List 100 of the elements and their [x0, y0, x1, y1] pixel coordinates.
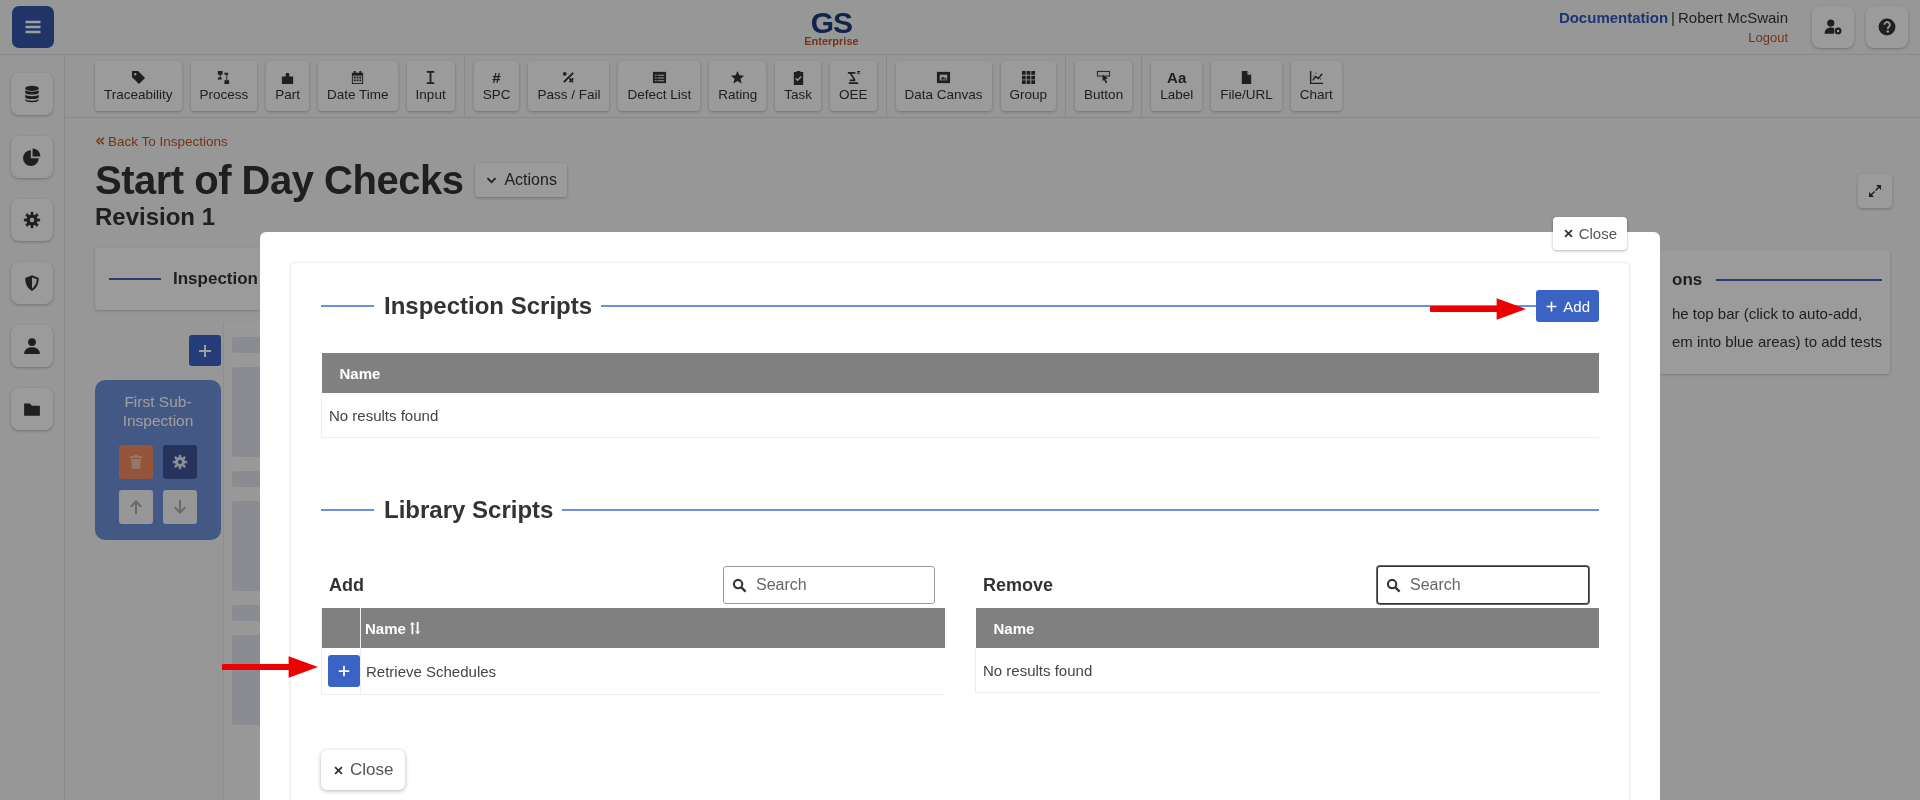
- tool-button[interactable]: Button: [1075, 61, 1133, 111]
- tool-button[interactable]: Task: [775, 61, 821, 111]
- tool-button[interactable]: Traceability: [95, 61, 182, 111]
- arrow-down-icon: [172, 499, 188, 515]
- sidebar-button[interactable]: [11, 199, 53, 241]
- tool-glyph: #: [492, 70, 501, 85]
- page-title: Start of Day Checks: [95, 157, 464, 203]
- tool-label: Data Canvas: [904, 87, 983, 102]
- close-icon: [1562, 228, 1574, 239]
- tool-label: Date Time: [327, 87, 389, 102]
- tool-label: Button: [1084, 87, 1124, 102]
- tool-button[interactable]: Input: [406, 61, 455, 111]
- logout-link[interactable]: Logout: [1748, 30, 1788, 45]
- tool-label: File/URL: [1220, 87, 1273, 102]
- panel-heading: ons: [1672, 270, 1703, 290]
- double-chevron-icon: [95, 136, 105, 146]
- tool-label: OEE: [839, 87, 868, 102]
- tool-label: Chart: [1299, 87, 1333, 102]
- trash-icon: [128, 454, 144, 470]
- plus-icon: [337, 664, 351, 678]
- help-button[interactable]: [1866, 6, 1908, 48]
- add-button[interactable]: [189, 335, 221, 366]
- search-icon: [1386, 578, 1401, 593]
- tool-button[interactable]: OEE: [830, 61, 877, 111]
- list-icon: [651, 70, 667, 85]
- logo-subtitle: Enterprise: [804, 35, 859, 47]
- tool-button[interactable]: Group: [1000, 61, 1057, 111]
- column-header: Name: [360, 608, 945, 648]
- back-link[interactable]: Back To Inspections: [95, 134, 228, 149]
- menu-button[interactable]: [12, 6, 54, 48]
- revision-label: Revision 1: [95, 203, 217, 231]
- search-icon: [732, 578, 747, 593]
- sidebar-button[interactable]: [11, 136, 53, 178]
- user-icon: [23, 337, 41, 355]
- close-icon: [333, 764, 344, 776]
- close-button[interactable]: Close: [321, 750, 406, 790]
- separator: |: [1671, 9, 1675, 26]
- panel-heading: Inspection: [173, 269, 258, 289]
- user-name: Robert McSwain: [1677, 9, 1788, 26]
- tool-button[interactable]: Aa Label: [1151, 61, 1203, 111]
- search-field[interactable]: Search: [1377, 566, 1589, 604]
- pie-chart-icon: [23, 148, 41, 166]
- flow-icon: [216, 70, 232, 85]
- tool-label: Traceability: [104, 87, 173, 102]
- add-row-button[interactable]: [328, 655, 360, 687]
- tool-button[interactable]: Part: [266, 61, 310, 111]
- sidebar-button[interactable]: [11, 73, 53, 115]
- documentation-link[interactable]: Documentation: [1558, 9, 1669, 26]
- sidebar-button[interactable]: [11, 388, 53, 430]
- sidebar-button[interactable]: [11, 262, 53, 304]
- star-icon: [730, 70, 746, 85]
- tool-button[interactable]: Defect List: [618, 61, 701, 111]
- tool-button[interactable]: Data Canvas: [895, 61, 992, 111]
- column-header: Name: [321, 353, 1599, 393]
- grid-icon: [1020, 70, 1036, 85]
- actions-button[interactable]: Actions: [475, 163, 567, 197]
- plus-icon: [197, 342, 213, 359]
- tool-button[interactable]: Date Time: [318, 61, 398, 111]
- frame-icon: [936, 70, 952, 85]
- tool-button[interactable]: # SPC: [473, 61, 520, 111]
- percent-icon: [561, 70, 577, 85]
- tool-label: Task: [784, 87, 812, 102]
- user-settings-button[interactable]: [1812, 6, 1854, 48]
- close-button[interactable]: Close: [1552, 217, 1627, 250]
- section-title: Inspection Scripts: [384, 292, 593, 320]
- search-field[interactable]: Search: [723, 566, 935, 604]
- plus-icon: [1545, 299, 1559, 313]
- tool-button[interactable]: File/URL: [1211, 61, 1282, 111]
- folder-icon: [23, 400, 41, 418]
- panel-label: Remove: [983, 574, 1054, 596]
- add-button[interactable]: Add: [1536, 290, 1599, 322]
- arrow-up-icon: [128, 499, 144, 515]
- tool-button[interactable]: Chart: [1290, 61, 1342, 111]
- help-icon: [1878, 18, 1896, 36]
- table-cell: Retrieve Schedules: [360, 648, 945, 695]
- line-chart-icon: [1308, 70, 1324, 85]
- user-gear-icon: [1824, 18, 1842, 36]
- sidebar-button[interactable]: [11, 325, 53, 367]
- instructions-text: he top bar (click to auto-add,: [1672, 304, 1864, 324]
- tool-button[interactable]: Process: [190, 61, 258, 111]
- logo: GS: [810, 7, 853, 38]
- expand-button[interactable]: [1858, 174, 1892, 208]
- settings-icon: [23, 211, 41, 229]
- sort-icon: [407, 620, 422, 635]
- tool-label: SPC: [482, 87, 511, 102]
- panel-label: Add: [329, 574, 364, 596]
- tool-glyph: Aa: [1167, 70, 1187, 85]
- shield-icon: [23, 274, 41, 292]
- calendar-icon: [350, 70, 366, 85]
- settings-button[interactable]: [163, 445, 197, 479]
- sub-inspection-title: First Sub-Inspection: [121, 392, 195, 430]
- tool-button[interactable]: Rating: [709, 61, 767, 111]
- tool-label: Label: [1160, 87, 1194, 102]
- tool-button[interactable]: Pass / Fail: [528, 61, 610, 111]
- empty-message: No results found: [975, 648, 1599, 693]
- column-header: Name: [975, 608, 1599, 648]
- tool-label: Defect List: [627, 87, 692, 102]
- database-icon: [23, 85, 41, 103]
- section-title: Library Scripts: [384, 496, 554, 524]
- tool-label: Part: [275, 87, 301, 102]
